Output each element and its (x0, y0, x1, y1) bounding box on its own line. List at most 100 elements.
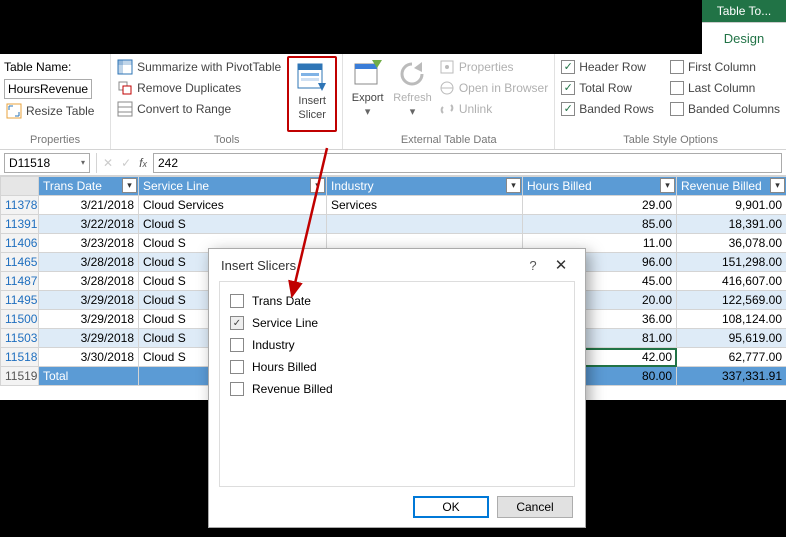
slicer-field-option[interactable]: Trans Date (230, 290, 564, 312)
name-box[interactable]: D11518 ▾ (4, 153, 90, 173)
first-column-checkbox[interactable]: First Column (668, 56, 782, 77)
slicer-field-option[interactable]: Revenue Billed (230, 378, 564, 400)
export-icon (352, 58, 384, 90)
col-header-serviceline[interactable]: Service Line▾ (139, 177, 327, 196)
cell-date[interactable]: 3/29/2018 (39, 291, 139, 310)
table-row[interactable]: 113783/21/2018Cloud ServicesServices29.0… (1, 196, 786, 215)
row-header[interactable]: 11378 (1, 196, 39, 215)
cell-revenue[interactable]: 62,777.00 (677, 348, 786, 367)
ext-properties-button[interactable]: Properties (437, 56, 550, 77)
cell-revenue[interactable]: 416,607.00 (677, 272, 786, 291)
unlink-button[interactable]: Unlink (437, 98, 550, 119)
cell-industry[interactable]: Services (327, 196, 523, 215)
refresh-dropdown-icon: ▾ (410, 106, 416, 118)
cell-date[interactable]: 3/30/2018 (39, 348, 139, 367)
cell-revenue[interactable]: 9,901.00 (677, 196, 786, 215)
slicer-field-option[interactable]: Industry (230, 334, 564, 356)
unlink-label: Unlink (459, 102, 492, 116)
filter-icon[interactable]: ▾ (506, 178, 521, 193)
cell-revenue[interactable]: 151,298.00 (677, 253, 786, 272)
row-header[interactable]: 11495 (1, 291, 39, 310)
cancel-formula-icon[interactable]: ✕ (103, 156, 113, 170)
row-header[interactable]: 11465 (1, 253, 39, 272)
cell-service[interactable]: Cloud Services (139, 196, 327, 215)
table-name-input[interactable] (4, 79, 92, 99)
last-column-checkbox[interactable]: Last Column (668, 77, 782, 98)
export-button[interactable]: Export ▾ (347, 56, 388, 119)
total-row-checkbox[interactable]: ✓Total Row (559, 77, 656, 98)
formula-bar: D11518 ▾ ✕ ✓ fx 242 (0, 150, 786, 176)
cell-service[interactable]: Cloud S (139, 215, 327, 234)
cell-date[interactable]: 3/29/2018 (39, 329, 139, 348)
cell-revenue[interactable]: 18,391.00 (677, 215, 786, 234)
formula-input[interactable]: 242 (153, 153, 782, 173)
row-header[interactable]: 11500 (1, 310, 39, 329)
header-row-checkbox[interactable]: ✓Header Row (559, 56, 656, 77)
cell-revenue[interactable]: 122,569.00 (677, 291, 786, 310)
banded-rows-checkbox[interactable]: ✓Banded Rows (559, 98, 656, 119)
row-header[interactable]: 11391 (1, 215, 39, 234)
row-header[interactable]: 11519 (1, 367, 39, 386)
remove-duplicates-button[interactable]: Remove Duplicates (115, 77, 283, 98)
filter-icon[interactable]: ▾ (122, 178, 137, 193)
col-header-transdate[interactable]: Trans Date ▾ (39, 177, 139, 196)
filter-icon[interactable]: ▾ (770, 178, 785, 193)
cell-hours[interactable]: 85.00 (523, 215, 677, 234)
refresh-button[interactable]: Refresh ▾ (390, 56, 435, 119)
banded-columns-checkbox[interactable]: Banded Columns (668, 98, 782, 119)
convert-range-button[interactable]: Convert to Range (115, 98, 283, 119)
enter-formula-icon[interactable]: ✓ (121, 156, 131, 170)
field-label: Industry (252, 338, 295, 352)
row-header[interactable]: 11518 (1, 348, 39, 367)
filter-icon[interactable]: ▾ (310, 178, 325, 193)
filter-icon[interactable]: ▾ (660, 178, 675, 193)
row-header[interactable]: 11503 (1, 329, 39, 348)
summarize-pivottable-button[interactable]: Summarize with PivotTable (115, 56, 283, 77)
refresh-label: Refresh (393, 92, 432, 104)
table-row[interactable]: 113913/22/2018Cloud S 85.0018,391.00 (1, 215, 786, 234)
dialog-close-icon[interactable]: ✕ (545, 256, 577, 274)
cell-revenue[interactable]: 108,124.00 (677, 310, 786, 329)
col-label: Industry (331, 179, 374, 193)
cell-date[interactable]: 3/29/2018 (39, 310, 139, 329)
cell-date[interactable]: 3/22/2018 (39, 215, 139, 234)
range-label: Convert to Range (137, 102, 231, 116)
slicer-field-option[interactable]: ✓Service Line (230, 312, 564, 334)
cell-date[interactable]: 3/23/2018 (39, 234, 139, 253)
open-browser-button[interactable]: Open in Browser (437, 77, 550, 98)
check-icon (670, 60, 684, 74)
dialog-help-icon[interactable]: ? (521, 258, 545, 273)
col-header-revenue[interactable]: Revenue Billed▾ (677, 177, 786, 196)
row-header[interactable]: 11406 (1, 234, 39, 253)
cell-revenue[interactable]: 36,078.00 (677, 234, 786, 253)
resize-table-icon (6, 103, 22, 119)
col-header-hours[interactable]: Hours Billed▾ (523, 177, 677, 196)
select-all[interactable] (1, 177, 39, 196)
cell-date[interactable]: 3/28/2018 (39, 253, 139, 272)
col-header-industry[interactable]: Industry ▾ (327, 177, 523, 196)
group-label-tools: Tools (115, 132, 338, 149)
col-label: Trans Date (43, 179, 102, 193)
open-browser-label: Open in Browser (459, 81, 548, 95)
resize-table-button[interactable]: Resize Table (4, 100, 106, 121)
cell-hours[interactable]: 29.00 (523, 196, 677, 215)
field-label: Hours Billed (252, 360, 317, 374)
cell-date[interactable]: 3/28/2018 (39, 272, 139, 291)
fx-icon[interactable]: fx (139, 156, 147, 170)
slicer-label-2: Slicer (298, 109, 326, 121)
total-revenue: 337,331.91 (677, 367, 786, 386)
ok-button[interactable]: OK (413, 496, 489, 518)
tab-design[interactable]: Design (702, 22, 786, 54)
cell-revenue[interactable]: 95,619.00 (677, 329, 786, 348)
row-header[interactable]: 11487 (1, 272, 39, 291)
cell-industry[interactable] (327, 215, 523, 234)
group-label-ext: External Table Data (347, 132, 550, 149)
dupes-label: Remove Duplicates (137, 81, 241, 95)
checkbox-icon (230, 360, 244, 374)
cancel-button[interactable]: Cancel (497, 496, 573, 518)
insert-slicer-button[interactable]: Insert Slicer (290, 59, 334, 121)
browser-icon (439, 80, 455, 96)
checkbox-icon: ✓ (230, 316, 244, 330)
slicer-field-option[interactable]: Hours Billed (230, 356, 564, 378)
cell-date[interactable]: 3/21/2018 (39, 196, 139, 215)
